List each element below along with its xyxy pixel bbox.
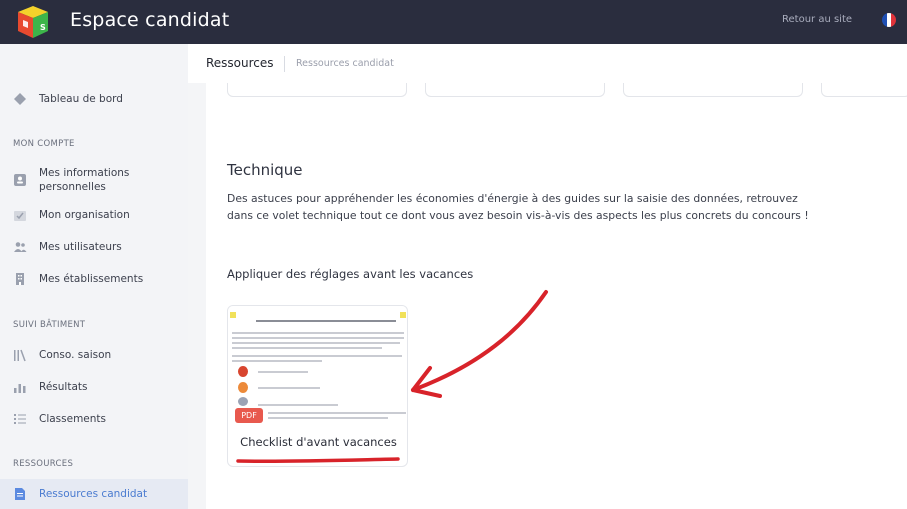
french-flag-icon[interactable] bbox=[882, 13, 896, 27]
thumbnail-line bbox=[232, 337, 404, 339]
sidebar-item-personal-info[interactable]: Mes informations personnelles bbox=[0, 163, 188, 197]
thumbnail-line bbox=[258, 404, 338, 406]
sidebar-item-label: Classements bbox=[39, 413, 107, 425]
sidebar-item-rankings[interactable]: Classements bbox=[0, 404, 188, 434]
building-icon bbox=[16, 273, 24, 285]
breadcrumb: Ressources Ressources candidat bbox=[188, 44, 907, 83]
resource-card-partial[interactable] bbox=[425, 83, 605, 97]
sidebar-item-organisation[interactable]: Mon organisation bbox=[0, 200, 188, 230]
thumbnail-line bbox=[232, 355, 402, 357]
sidebar-item-establishments[interactable]: Mes établissements bbox=[0, 264, 188, 294]
thumbnail-line bbox=[268, 417, 388, 419]
thumbnail-line bbox=[232, 360, 322, 362]
thumbnail-line bbox=[232, 332, 404, 334]
sidebar: Tableau de bord MON COMPTE Mes informati… bbox=[0, 44, 188, 509]
tab-candidate-resources[interactable]: Ressources candidat bbox=[296, 58, 394, 69]
sidebar-item-label: Mes utilisateurs bbox=[39, 241, 122, 253]
resource-card-partial[interactable] bbox=[623, 83, 803, 97]
sidebar-item-results[interactable]: Résultats bbox=[0, 372, 188, 402]
thumbnail-line bbox=[258, 387, 320, 389]
document-icon bbox=[15, 488, 25, 500]
tab-divider bbox=[284, 56, 285, 72]
main-content: Ressources Ressources candidat Technique… bbox=[188, 44, 907, 509]
sidebar-item-label: Mes établissements bbox=[39, 273, 144, 285]
sidebar-item-label: Résultats bbox=[39, 381, 88, 393]
sidebar-item-users[interactable]: Mes utilisateurs bbox=[0, 232, 188, 262]
sidebar-item-label: Conso. saison bbox=[39, 349, 112, 361]
section-title: Technique bbox=[227, 161, 303, 179]
resource-card-partial[interactable] bbox=[227, 83, 407, 97]
chart-icon bbox=[14, 384, 26, 393]
document-card[interactable]: PDF Checklist d'avant vacances bbox=[227, 305, 408, 467]
users-icon bbox=[14, 242, 27, 252]
svg-text:S: S bbox=[40, 23, 46, 32]
pdf-badge: PDF bbox=[235, 408, 263, 423]
organisation-icon bbox=[14, 211, 26, 221]
resource-card-partial[interactable] bbox=[821, 83, 907, 97]
thumbnail-line bbox=[232, 342, 400, 344]
top-bar: S Espace candidat Retour au site bbox=[0, 0, 907, 44]
section-heading-building: SUIVI BÂTIMENT bbox=[13, 320, 86, 330]
sidebar-item-candidate-resources[interactable]: Ressources candidat bbox=[0, 479, 188, 509]
sidebar-item-label: Tableau de bord bbox=[39, 93, 123, 105]
person-red-icon bbox=[238, 366, 248, 377]
person-grey-icon bbox=[238, 397, 248, 406]
user-card-icon bbox=[14, 174, 26, 186]
thumbnail-line bbox=[258, 371, 308, 373]
section-description: Des astuces pour appréhender les économi… bbox=[227, 192, 809, 222]
app-title: Espace candidat bbox=[70, 9, 230, 31]
sidebar-item-label: Mon organisation bbox=[39, 209, 130, 221]
thumbnail-line bbox=[256, 320, 396, 322]
section-heading-resources: RESSOURCES bbox=[13, 459, 74, 469]
diamond-icon bbox=[14, 93, 26, 105]
sidebar-item-dashboard[interactable]: Tableau de bord bbox=[0, 84, 188, 114]
list-icon bbox=[14, 414, 26, 424]
sidebar-item-label: Ressources candidat bbox=[39, 488, 148, 500]
section-heading-account: MON COMPTE bbox=[13, 139, 75, 149]
back-to-site-link[interactable]: Retour au site bbox=[782, 14, 852, 25]
sidebar-item-label: Mes informations personnelles bbox=[39, 167, 130, 193]
subsection-title: Appliquer des réglages avant les vacance… bbox=[227, 267, 474, 281]
highlight-mark bbox=[400, 312, 406, 318]
thumbnail-line bbox=[232, 347, 382, 349]
document-title[interactable]: Checklist d'avant vacances bbox=[228, 435, 407, 449]
tab-resources[interactable]: Ressources bbox=[206, 56, 274, 70]
document-thumbnail: PDF bbox=[228, 306, 407, 426]
resources-panel: Technique Des astuces pour appréhender l… bbox=[206, 83, 907, 509]
highlight-mark bbox=[230, 312, 236, 318]
person-orange-icon bbox=[238, 382, 248, 393]
cube-logo[interactable]: S bbox=[14, 4, 52, 40]
thumbnail-line bbox=[268, 412, 406, 414]
bars-icon bbox=[14, 349, 26, 362]
sidebar-item-consumption[interactable]: Conso. saison bbox=[0, 340, 188, 370]
